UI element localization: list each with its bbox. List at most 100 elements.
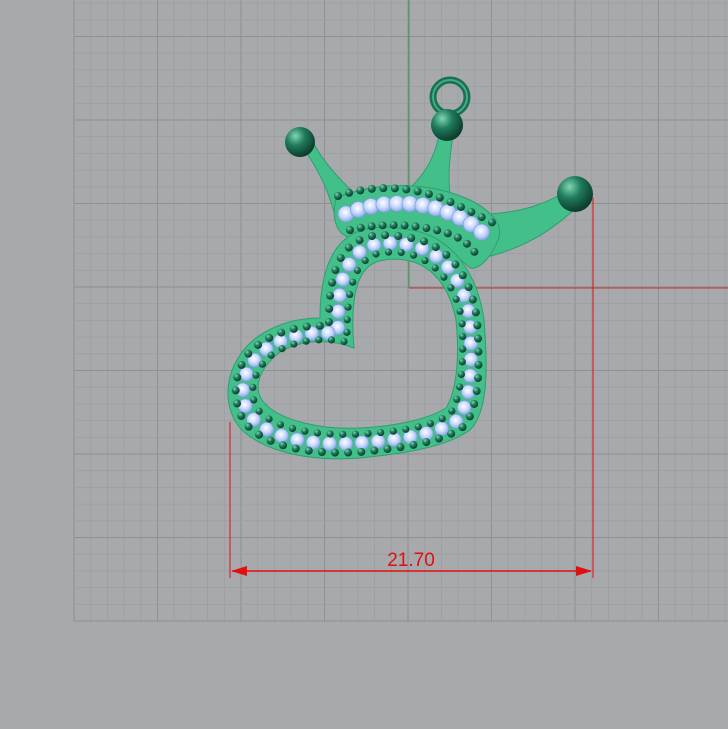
bead-prong <box>343 316 351 324</box>
bead-prong <box>346 290 354 299</box>
bead-prong <box>364 429 372 438</box>
bead-prong <box>290 340 298 348</box>
bead-prong <box>249 383 257 391</box>
bead-prong <box>487 218 496 227</box>
bead-prong <box>458 332 467 341</box>
bead-prong <box>231 386 240 395</box>
bead-prong <box>434 434 443 443</box>
bead-prong <box>334 192 342 200</box>
bead-prong <box>379 184 388 193</box>
bead-prong <box>233 373 242 382</box>
bead-prong <box>409 251 418 259</box>
bead-prong <box>438 415 446 423</box>
bead-prong <box>453 233 462 242</box>
bead-prong <box>368 232 376 240</box>
bead-prong <box>339 430 347 438</box>
dimension-value[interactable]: 21.70 <box>387 550 435 571</box>
bead-prong <box>326 430 334 438</box>
bead-prong <box>447 429 456 438</box>
3d-viewport[interactable]: 21.70 <box>0 0 728 729</box>
bead-prong <box>351 430 359 438</box>
bead-prong <box>462 239 471 248</box>
bead-prong <box>467 207 476 216</box>
dimension-arrow-left <box>231 566 247 576</box>
bead-prong <box>367 184 376 193</box>
bead-prong <box>276 420 285 429</box>
bead-prong <box>419 237 428 246</box>
bead-prong <box>397 248 405 257</box>
bead-prong <box>389 221 398 230</box>
bead-prong <box>422 438 431 447</box>
bead-prong <box>302 337 310 345</box>
bead-prong <box>265 333 274 342</box>
bead-prong <box>446 198 455 207</box>
bead-prong <box>421 256 429 265</box>
bead-prong <box>442 250 451 259</box>
bead-prong <box>343 328 351 336</box>
bead-prong <box>383 444 392 453</box>
bead-prong <box>407 234 416 243</box>
bead-prong <box>244 422 253 431</box>
gemstone <box>428 248 444 264</box>
bead-prong <box>288 424 297 433</box>
bead-prong <box>357 447 366 456</box>
bead-prong <box>474 334 483 343</box>
gemstone <box>274 428 289 444</box>
bead-prong <box>435 193 444 202</box>
bead-prong <box>315 336 323 344</box>
bead-prong <box>326 291 335 300</box>
bead-prong <box>390 184 399 193</box>
bead-prong <box>468 295 477 304</box>
bead-prong <box>265 415 273 423</box>
bead-prong <box>328 278 337 287</box>
bead-prong <box>266 436 275 445</box>
bead-prong <box>426 419 435 428</box>
bead-prong <box>315 321 324 330</box>
bead-prong <box>431 243 440 252</box>
prong-tip-middle[interactable] <box>431 109 463 141</box>
bead-prong <box>452 295 460 303</box>
bead-prong <box>457 370 466 379</box>
bead-prong <box>458 358 466 366</box>
gemstone <box>354 435 370 451</box>
bead-prong <box>233 399 242 408</box>
bead-prong <box>396 443 405 452</box>
bead-prong <box>330 448 339 457</box>
bead-prong <box>313 429 322 437</box>
bead-prong <box>237 411 246 420</box>
prong-tip-left[interactable] <box>285 127 315 157</box>
bead-prong <box>344 303 352 311</box>
bead-prong <box>356 186 365 195</box>
bead-prong <box>447 284 455 292</box>
bead-prong <box>377 428 385 437</box>
bead-prong <box>378 221 387 230</box>
gemstone <box>237 398 253 414</box>
bead-prong <box>456 307 464 315</box>
bead-prong <box>413 187 422 196</box>
bail-ring-highlight <box>432 79 468 115</box>
bead-prong <box>291 444 300 453</box>
bead-prong <box>340 337 348 346</box>
bead-prong <box>302 322 311 331</box>
bead-prong <box>255 407 263 415</box>
bead-prong <box>325 304 334 313</box>
gemstone <box>330 304 346 319</box>
bead-prong <box>349 278 357 286</box>
bead-prong <box>258 360 266 368</box>
bead-prong <box>372 250 380 258</box>
bead-prong <box>384 248 393 256</box>
bead-prong <box>252 371 260 379</box>
bead-prong <box>424 190 433 199</box>
bead-prong <box>327 336 336 344</box>
bead-prong <box>464 283 473 292</box>
bead-prong <box>244 349 253 358</box>
bead-prong <box>367 222 376 231</box>
bead-prong <box>465 412 474 421</box>
bead-prong <box>344 243 353 252</box>
bead-prong <box>344 448 353 457</box>
bead-prong <box>361 256 369 265</box>
bead-prong <box>353 266 362 275</box>
viewport-canvas[interactable]: 21.70 <box>0 0 728 729</box>
bead-prong <box>459 345 467 353</box>
prong-tip-right[interactable] <box>557 176 593 212</box>
